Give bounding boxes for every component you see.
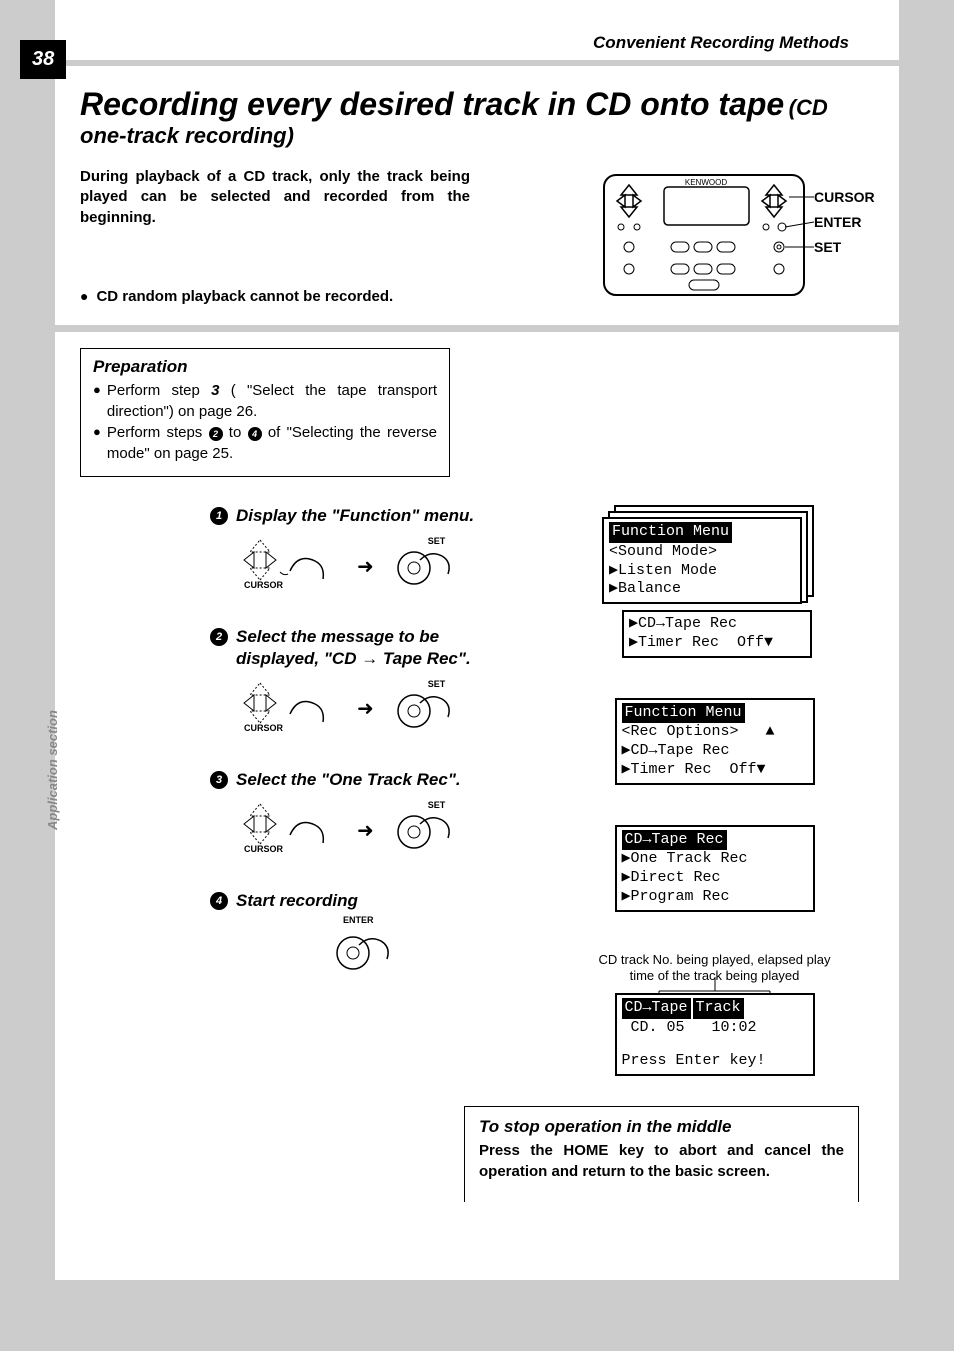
preparation-box: Preparation ● Perform step 3 ( "Select t… [80,348,450,477]
step2-action: CURSOR ➜ SET [240,679,510,739]
cursor-press-icon-3: CURSOR [240,800,345,860]
set-press-icon-2: SET [386,679,456,739]
prep-item-2: Perform steps 2 to 4 of "Selecting the r… [107,422,437,464]
remote-cursor-label: CURSOR [814,189,875,205]
screen1-l1: <Sound Mode> [609,543,795,562]
screen4-l1: CD. 05 10:02 [622,1019,808,1038]
screen1-l4: ▶CD→Tape Rec [629,615,805,634]
screen2-l2: ▶CD→Tape Rec [622,742,808,761]
page-number: 38 [20,40,66,79]
screen2-title: Function Menu [622,703,745,724]
screen-3: CD→Tape Rec ▶One Track Rec ▶Direct Rec ▶… [615,825,815,912]
step2-num: 2 [210,628,228,646]
cursor-label: CURSOR [244,580,283,590]
step-1: 1 Display the "Function" menu. [210,505,510,596]
cursor-label-2: CURSOR [244,723,283,733]
step-3: 3 Select the "One Track Rec". [210,769,510,860]
note1-text: CD random playback cannot be recorded. [96,288,393,305]
title-row: Recording every desired track in CD onto… [80,86,859,149]
screen-2: Function Menu <Rec Options> ▲ ▶CD→Tape R… [615,698,815,785]
prep-item-1: Perform step 3 ( "Select the tape transp… [107,380,437,422]
screen2-l3: ▶Timer Rec Off▼ [622,761,808,780]
step3-num: 3 [210,771,228,789]
step-2: 2 Select the message to be displayed, "C… [210,626,510,739]
svg-text:KENWOOD: KENWOOD [685,178,727,187]
remote-set-label: SET [814,239,841,255]
screen3-title: CD→Tape Rec [622,830,727,851]
main-title: Recording every desired track in CD onto… [80,86,784,122]
set-press-icon: SET [386,536,456,596]
note-random: ● CD random playback cannot be recorded. [80,288,470,305]
arrow-icon-3: ➜ [357,818,374,843]
screen4-title-l: CD→Tape [622,998,691,1019]
screen3-l3: ▶Program Rec [622,888,808,907]
arrow-icon-2: ➜ [357,696,374,721]
chapter-title: Convenient Recording Methods [80,25,859,53]
intro-text: During playback of a CD track, only the … [80,167,470,228]
step4-num: 4 [210,892,228,910]
header-rule [55,60,899,66]
set-label-3: SET [428,800,446,810]
enter-label: ENTER [343,915,374,925]
stop-box: To stop operation in the middle Press th… [464,1106,859,1202]
step4-action: ENTER [210,921,510,981]
screen1-l2: ▶Listen Mode [609,562,795,581]
step3-title: Select the "One Track Rec". [236,769,461,790]
screen2-l1: <Rec Options> ▲ [622,723,808,742]
screen-4: CD→TapeTrack CD. 05 10:02 Press Enter ke… [615,993,815,1075]
stop-title: To stop operation in the middle [479,1117,844,1137]
section-rule [55,325,899,332]
set-label-1: SET [428,536,446,546]
screen1-l5: ▶Timer Rec Off▼ [629,634,805,653]
screen4-l2: Press Enter key! [622,1052,808,1071]
cursor-press-icon: CURSOR [240,536,345,596]
remote-enter-label: ENTER [814,214,861,230]
stop-body: Press the HOME key to abort and cancel t… [479,1140,844,1182]
screen-1: Function Menu <Sound Mode> ▶Listen Mode … [602,517,827,658]
cursor-label-3: CURSOR [244,844,283,854]
set-press-icon-3: SET [386,800,456,860]
set-label-2: SET [428,679,446,689]
step-4: 4 Start recording ENTER [210,890,510,981]
screen1-title: Function Menu [609,522,732,543]
step1-action: CURSOR ➜ SET [240,536,510,596]
step2-title: Select the message to be displayed, "CD … [236,626,510,669]
cursor-press-icon-2: CURSOR [240,679,345,739]
step4-title: Start recording [236,890,358,911]
side-section-label: Application section [45,710,60,830]
remote-diagram: KENWOOD [589,167,859,307]
prep-title: Preparation [93,357,437,377]
screen1-l3: ▶Balance [609,580,795,599]
step3-action: CURSOR ➜ SET [240,800,510,860]
arrow-icon: ➜ [357,554,374,579]
step1-title: Display the "Function" menu. [236,505,474,526]
screen3-l1: ▶One Track Rec [622,850,808,869]
enter-press-icon: ENTER [325,921,395,981]
step1-num: 1 [210,507,228,525]
screen3-l2: ▶Direct Rec [622,869,808,888]
screen4-title-r: Track [691,998,744,1019]
